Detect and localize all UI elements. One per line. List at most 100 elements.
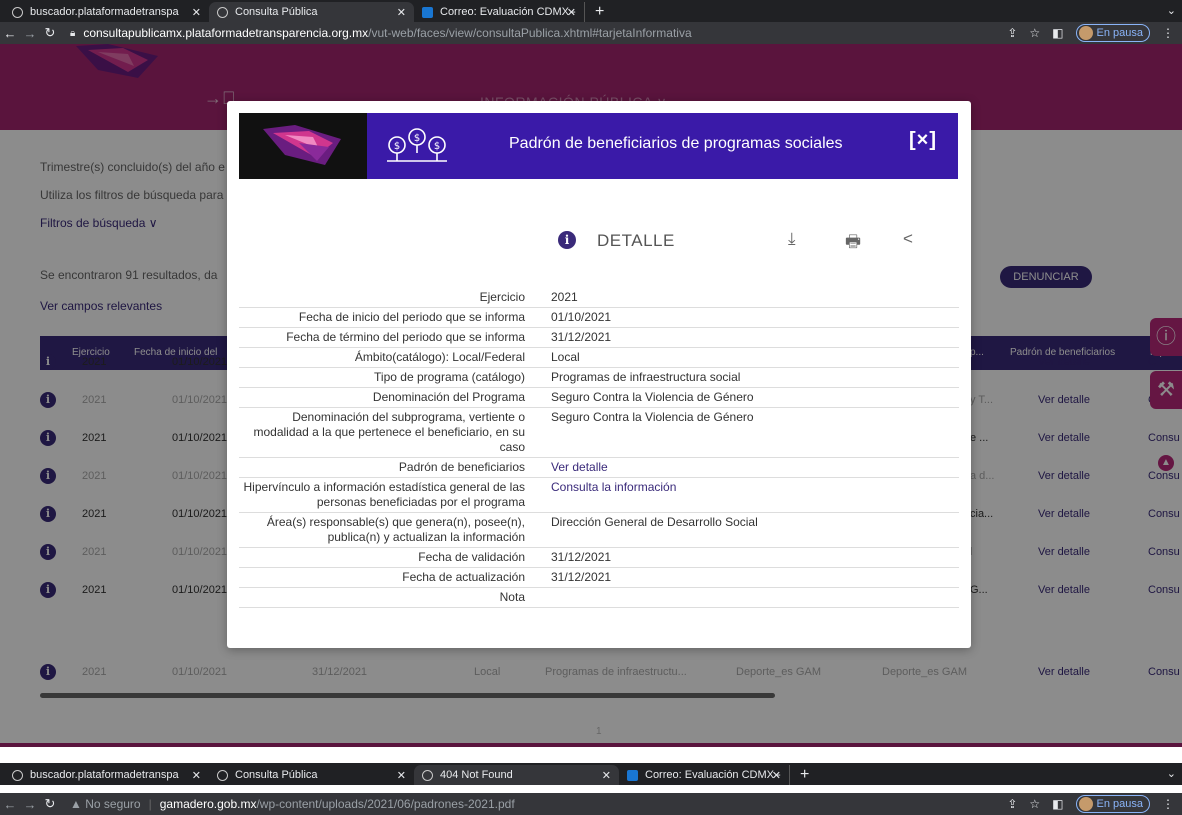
globe-icon (422, 769, 433, 781)
detail-value: 31/12/2021 (551, 570, 612, 584)
detail-toolbar: i DETALLE ⤓ 🖶 < (227, 229, 971, 253)
globe-icon (12, 6, 23, 18)
share-icon[interactable]: < (903, 229, 913, 249)
browser-toolbar: ⇪ ☆ ◧ En pausa ⋮ (1007, 24, 1174, 42)
share-icon[interactable]: ⇪ (1007, 26, 1017, 40)
address-bar-2: ← → ↻ ▲ No seguro | gamadero.gob.mx/wp-co… (0, 793, 1182, 815)
menu-icon[interactable]: ⋮ (1162, 797, 1174, 811)
svg-text:$: $ (434, 141, 440, 152)
close-icon[interactable]: ✕ (567, 6, 576, 19)
close-icon[interactable]: ✕ (772, 769, 781, 782)
detail-row: Denominación del subprograma, vertiente … (239, 408, 959, 458)
detail-label: Área(s) responsable(s) que genera(n), po… (266, 515, 525, 544)
print-icon[interactable]: 🖶 (845, 229, 861, 258)
detail-value: Programas de infraestructura social (551, 370, 741, 384)
tab-consulta-publica[interactable]: Consulta Pública ✕ (209, 765, 414, 785)
browser-toolbar: ⇪ ☆ ◧ En pausa ⋮ (1007, 795, 1174, 813)
detalle-heading: DETALLE (597, 231, 675, 250)
forward-icon[interactable]: → (20, 26, 40, 41)
tab-consulta-publica[interactable]: Consulta Pública ✕ (209, 2, 414, 22)
detail-row: Hipervínculo a información estadística g… (239, 478, 959, 513)
close-icon[interactable]: ✕ (397, 6, 406, 19)
outlook-icon (627, 769, 638, 781)
detail-label: Padrón de beneficiarios (398, 460, 525, 474)
tab-search-icon[interactable]: ⌄ (1167, 4, 1176, 17)
detail-label: Ámbito(catálogo): Local/Federal (354, 350, 525, 364)
detail-row: Área(s) responsable(s) que genera(n), po… (239, 513, 959, 548)
detail-table: Ejercicio 2021 Fecha de inicio del periodo… (239, 288, 959, 608)
tab-404[interactable]: 404 Not Found ✕ (414, 765, 619, 785)
outlook-icon (422, 6, 433, 18)
detail-value: 31/12/2021 (551, 330, 612, 344)
detail-row: Fecha de validación 31/12/2021 (239, 548, 959, 568)
detail-value: Local (551, 350, 580, 364)
detail-value: 2021 (551, 290, 578, 304)
svg-text:$: $ (394, 141, 400, 152)
tab-buscador[interactable]: buscador.plataformadetranspa ✕ (4, 765, 209, 785)
star-icon[interactable]: ☆ (1029, 797, 1040, 811)
tab-correo[interactable]: Correo: Evaluación CDMX - Ou✕ (619, 765, 789, 785)
detail-row: Tipo de programa (catálogo) Programas de … (239, 368, 959, 388)
detail-row: Ejercicio 2021 (239, 288, 959, 308)
detail-value: Dirección General de Desarrollo Social (551, 515, 758, 529)
detail-link[interactable]: Ver detalle (539, 460, 959, 475)
avatar (1078, 797, 1093, 811)
detail-label: Fecha de inicio del periodo que se infor… (298, 310, 525, 324)
close-icon[interactable]: [×] (909, 129, 937, 152)
star-icon[interactable]: ☆ (1029, 26, 1040, 40)
not-secure-badge[interactable]: ▲ No seguro | (70, 797, 160, 811)
detail-value: 01/10/2021 (551, 310, 612, 324)
globe-icon (12, 769, 23, 781)
tab-search-icon[interactable]: ⌄ (1167, 767, 1176, 780)
profile-button[interactable]: En pausa (1075, 24, 1150, 42)
money-tree-icon: $ $ $ (387, 128, 447, 162)
svg-text:$: $ (414, 133, 420, 144)
tab-buscador[interactable]: buscador.plataformadetranspa ✕ (4, 2, 209, 22)
detail-label: Ejercicio (479, 290, 525, 304)
close-icon[interactable]: ✕ (602, 769, 611, 782)
reload-icon[interactable]: ↻ (40, 25, 60, 41)
tab-correo[interactable]: Correo: Evaluación CDMX - Ou✕ (414, 2, 584, 22)
detail-label: Nota (499, 590, 525, 604)
detail-row: Denominación del Programa Seguro Contra l… (239, 388, 959, 408)
share-icon[interactable]: ⇪ (1007, 797, 1017, 811)
forward-icon[interactable]: → (20, 797, 40, 812)
new-tab-button[interactable]: + (789, 765, 819, 785)
detail-label: Tipo de programa (catálogo) (374, 370, 525, 384)
lock-icon[interactable]: 🔒︎ (70, 28, 75, 39)
globe-icon (217, 769, 228, 781)
detail-value (539, 590, 959, 605)
logo-icon (263, 125, 341, 165)
modal-title: Padrón de beneficiarios de programas soc… (509, 135, 843, 152)
menu-icon[interactable]: ⋮ (1162, 26, 1174, 40)
close-icon[interactable]: ✕ (192, 6, 201, 19)
detail-row: Fecha de actualización 31/12/2021 (239, 568, 959, 588)
sidepanel-icon[interactable]: ◧ (1052, 26, 1063, 40)
warning-icon: ▲ (70, 797, 82, 811)
close-icon[interactable]: ✕ (397, 769, 406, 782)
url-field[interactable]: 🔒︎ consultapublicamx.plataformadetranspa… (70, 26, 692, 40)
detail-value: Seguro Contra la Violencia de Género (551, 390, 754, 404)
avatar (1078, 26, 1093, 40)
globe-icon (217, 6, 228, 18)
address-bar: ← → ↻ 🔒︎ consultapublicamx.plataformadet… (0, 22, 1182, 44)
detail-row: Ámbito(catálogo): Local/Federal Local (239, 348, 959, 368)
detail-label: Hipervínculo a información estadística g… (243, 480, 525, 509)
detail-label: Denominación del subprograma, vertiente … (253, 410, 525, 454)
detail-row: Fecha de término del periodo que se info… (239, 328, 959, 348)
new-tab-button[interactable]: + (584, 2, 614, 22)
detail-link[interactable]: Consulta la información (539, 480, 959, 510)
reload-icon[interactable]: ↻ (40, 796, 60, 812)
profile-button[interactable]: En pausa (1075, 795, 1150, 813)
browser-tab-bar: buscador.plataformadetranspa ✕ Consulta P… (0, 0, 1182, 22)
detail-label: Fecha de término del periodo que se info… (286, 330, 525, 344)
detail-row: Nota (239, 588, 959, 608)
sidepanel-icon[interactable]: ◧ (1052, 797, 1063, 811)
download-icon[interactable]: ⤓ (788, 229, 796, 249)
back-icon[interactable]: ← (0, 26, 20, 41)
back-icon[interactable]: ← (0, 797, 20, 812)
detail-label: Fecha de actualización (402, 570, 525, 584)
close-icon[interactable]: ✕ (192, 769, 201, 782)
url-field[interactable]: ▲ No seguro | gamadero.gob.mx/wp-content/… (70, 797, 515, 811)
detail-label: Denominación del Programa (372, 390, 525, 404)
